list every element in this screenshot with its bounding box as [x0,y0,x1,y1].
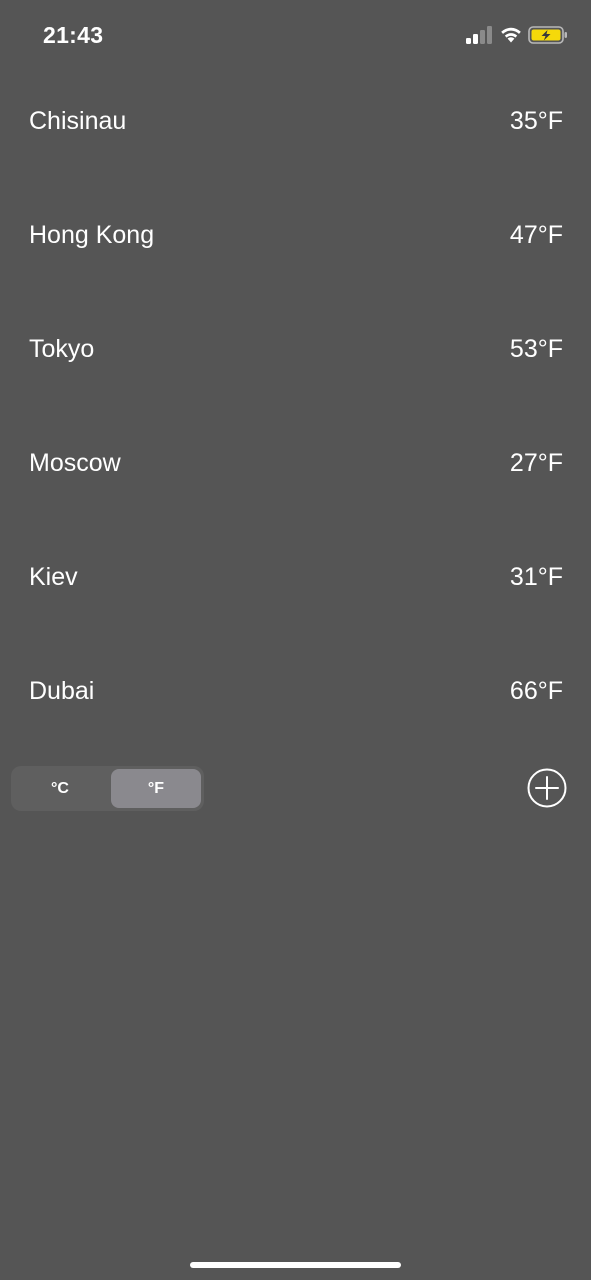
celsius-option[interactable]: °C [15,769,105,808]
city-temperature: 27°F [509,449,563,477]
city-row[interactable]: Kiev 31°F [0,519,591,633]
battery-charging-icon [528,26,567,44]
city-temperature: 66°F [509,677,563,705]
status-time: 21:43 [43,22,104,48]
city-temperature: 35°F [509,107,563,135]
city-row[interactable]: Moscow 27°F [0,405,591,519]
city-row[interactable]: Chisinau 35°F [0,63,591,177]
cellular-signal-icon [466,26,492,44]
city-name: Chisinau [29,107,127,135]
city-name: Kiev [29,563,78,591]
wifi-icon [501,27,521,43]
plus-circle-icon[interactable] [527,768,567,808]
city-row[interactable]: Tokyo 53°F [0,291,591,405]
city-name: Moscow [29,449,121,477]
fahrenheit-option[interactable]: °F [111,769,201,808]
city-row[interactable]: Hong Kong 47°F [0,177,591,291]
city-row[interactable]: Dubai 66°F [0,633,591,747]
home-indicator[interactable] [190,1262,401,1268]
status-bar: 21:43 [0,0,591,70]
city-name: Tokyo [29,335,95,363]
city-list: Chisinau 35°F Hong Kong 47°F Tokyo 53°F … [0,63,591,747]
unit-toggle: °C °F [11,766,204,811]
city-name: Hong Kong [29,221,155,249]
city-temperature: 53°F [509,335,563,363]
city-temperature: 47°F [509,221,563,249]
city-temperature: 31°F [509,563,563,591]
city-name: Dubai [29,677,95,705]
